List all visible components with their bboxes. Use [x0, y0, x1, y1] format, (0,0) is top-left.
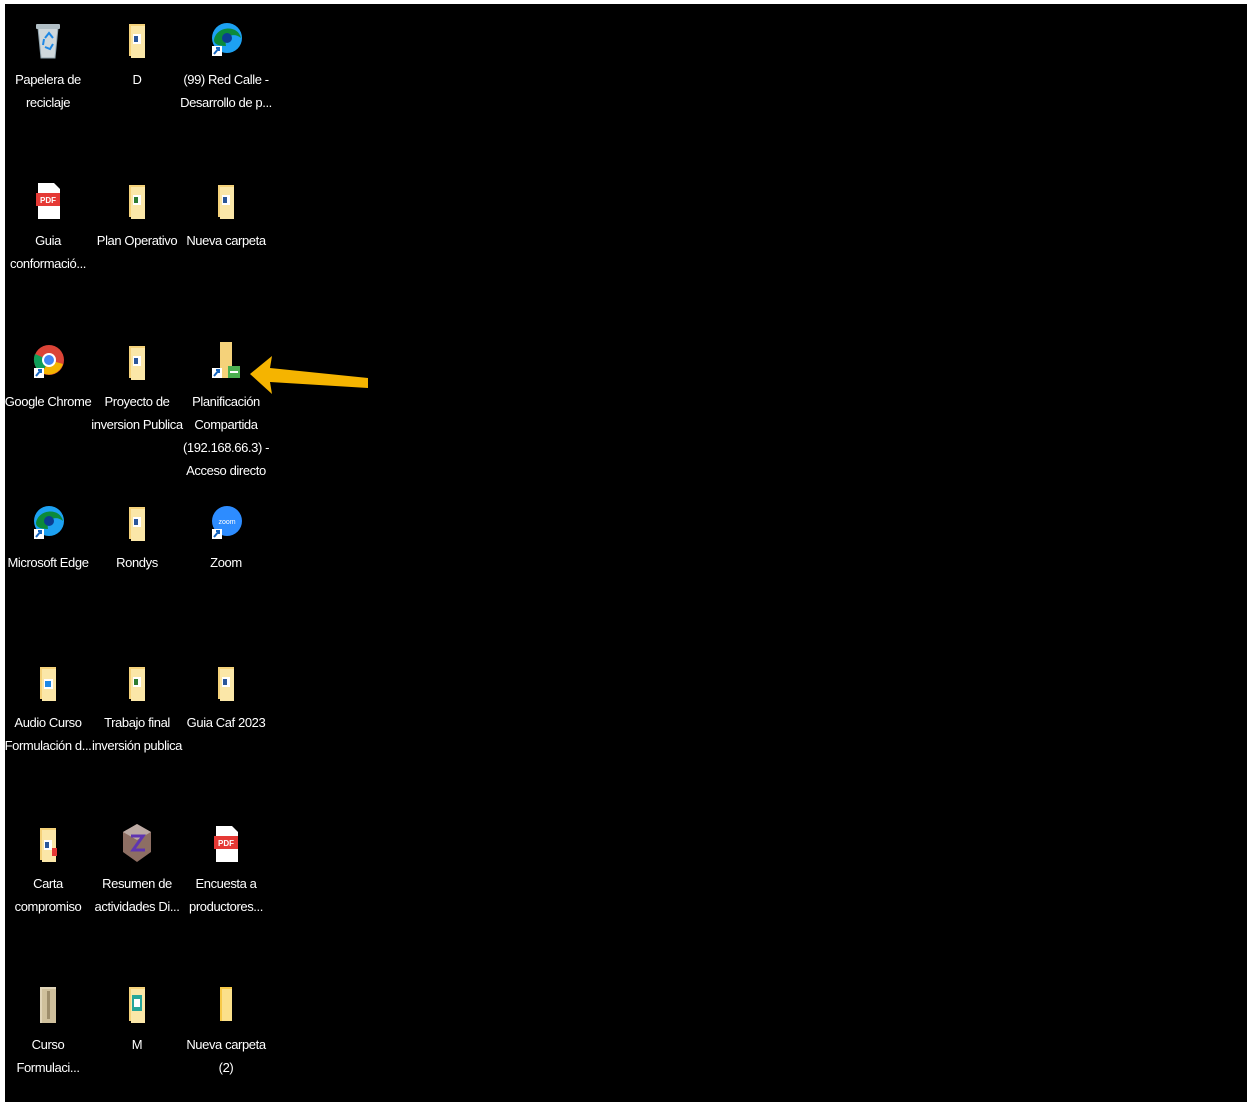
desktop-icon-trabajo-final[interactable]: Trabajo final inversión publica — [91, 657, 183, 757]
winrar-archive-icon — [123, 824, 151, 862]
icon-label: Planificación Compartida (192.168.66.3) … — [182, 394, 270, 478]
desktop-icon-resumen-actividades[interactable]: Resumen de actividades Di... — [91, 818, 183, 918]
desktop: Papelera de reciclaje D (99) Red Calle -… — [5, 4, 1247, 1102]
icon-label: Audio Curso Formulación d... — [4, 715, 92, 753]
icon-label: Nueva carpeta — [186, 233, 266, 248]
svg-text:PDF: PDF — [40, 196, 56, 205]
desktop-icon-nueva-carpeta-2[interactable]: Nueva carpeta (2) — [180, 979, 272, 1079]
document-file-icon — [218, 185, 234, 219]
desktop-icon-guia-conformacion[interactable]: PDF Guia conformació... — [2, 175, 94, 275]
svg-text:zoom: zoom — [218, 519, 235, 526]
icon-label: Plan Operativo — [96, 233, 178, 248]
icon-label: D — [132, 72, 142, 87]
desktop-icon-recycle-bin[interactable]: Papelera de reciclaje — [2, 14, 94, 114]
desktop-icon-curso-formulacion[interactable]: Curso Formulaci... — [2, 979, 94, 1079]
document-file-icon — [129, 185, 145, 219]
icon-label: Carta compromiso — [14, 876, 82, 914]
icon-label: Resumen de actividades Di... — [94, 876, 180, 914]
desktop-icon-proyecto-inversion[interactable]: Proyecto de inversion Publica — [91, 336, 183, 436]
archive-file-icon — [40, 987, 56, 1023]
desktop-icon-nueva-carpeta[interactable]: Nueva carpeta — [180, 175, 272, 252]
folder-icon — [220, 987, 232, 1021]
icon-label: Zoom — [210, 555, 242, 570]
document-file-icon — [40, 828, 57, 862]
document-file-icon — [129, 24, 145, 58]
icon-label: Nueva carpeta (2) — [186, 1037, 266, 1075]
icon-label: Encuesta a productores... — [189, 876, 263, 914]
document-file-icon — [129, 667, 145, 701]
document-file-icon — [129, 346, 145, 380]
arrow-left-icon — [250, 356, 368, 394]
icon-label: Google Chrome — [4, 394, 92, 409]
icon-label: Trabajo final inversión publica — [91, 715, 183, 753]
pdf-file-icon: PDF — [36, 183, 60, 219]
document-file-icon — [129, 987, 145, 1023]
zoom-icon: zoom — [212, 506, 242, 539]
desktop-icon-zoom[interactable]: zoom Zoom — [180, 497, 272, 574]
recycle-bin-icon — [36, 24, 60, 59]
desktop-icon-plan-operativo[interactable]: Plan Operativo — [91, 175, 183, 252]
icon-label: Curso Formulaci... — [16, 1037, 80, 1075]
icon-label: (99) Red Calle - Desarrollo de p... — [180, 72, 272, 110]
audio-file-icon — [40, 667, 56, 701]
svg-text:PDF: PDF — [218, 839, 234, 848]
icon-label: Proyecto de inversion Publica — [91, 394, 183, 432]
document-file-icon — [129, 507, 145, 541]
desktop-icon-guia-caf[interactable]: Guia Caf 2023 — [180, 657, 272, 734]
desktop-icon-audio-curso[interactable]: Audio Curso Formulación d... — [2, 657, 94, 757]
desktop-icon-d[interactable]: D — [91, 14, 183, 91]
desktop-icon-google-chrome[interactable]: Google Chrome — [2, 336, 94, 413]
desktop-icon-red-calle[interactable]: (99) Red Calle - Desarrollo de p... — [180, 14, 272, 114]
chrome-icon — [33, 345, 64, 378]
edge-shortcut-icon — [34, 506, 64, 539]
desktop-icon-carta-compromiso[interactable]: Carta compromiso — [2, 818, 94, 918]
pdf-file-icon: PDF — [214, 826, 238, 862]
icon-label: Guia Caf 2023 — [186, 715, 266, 730]
icon-label: Microsoft Edge — [7, 555, 89, 570]
desktop-icon-encuesta-productores[interactable]: PDF Encuesta a productores... — [180, 818, 272, 918]
document-file-icon — [218, 667, 234, 701]
desktop-icon-m[interactable]: M — [91, 979, 183, 1056]
desktop-icon-rondys[interactable]: Rondys — [91, 497, 183, 574]
edge-shortcut-icon — [212, 23, 242, 56]
icon-label: M — [131, 1037, 143, 1052]
desktop-icon-microsoft-edge[interactable]: Microsoft Edge — [2, 497, 94, 574]
icon-label: Papelera de reciclaje — [15, 72, 81, 110]
icon-label: Guia conformació... — [9, 233, 87, 271]
icon-label: Rondys — [116, 555, 158, 570]
network-shortcut-icon — [212, 342, 240, 378]
